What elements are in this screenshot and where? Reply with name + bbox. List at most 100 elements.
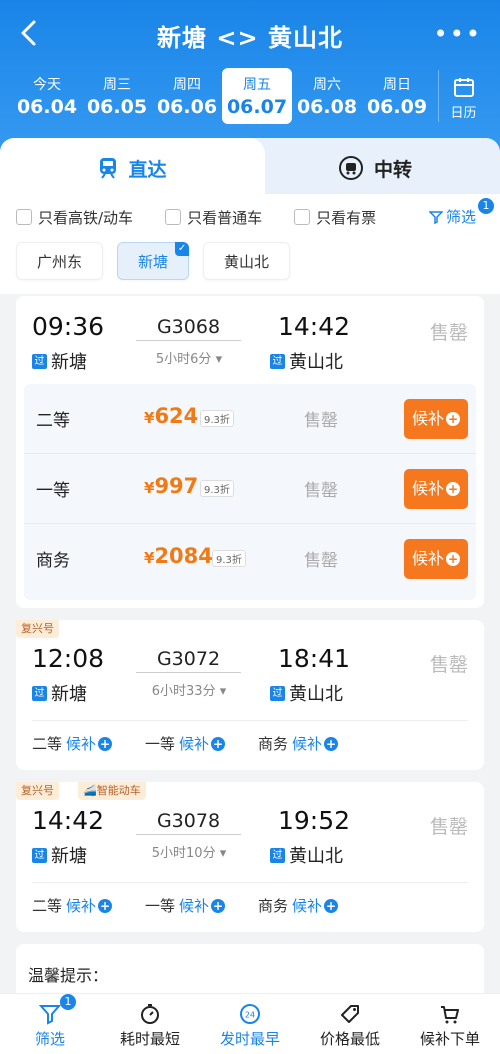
to-station-name: 黄山北 — [289, 846, 343, 867]
seat-class: 二等 — [32, 897, 63, 915]
filter-regular-checkbox[interactable]: 只看普通车 — [165, 207, 262, 228]
station-filter: 广州东 新塘 ✓ 黄山北 — [16, 242, 304, 280]
seat-class: 一等 — [145, 897, 176, 915]
bottom-filter-button[interactable]: 筛选 1 — [0, 994, 100, 1054]
seat-summary: 二等 候补 + 一等 候补 + 商务 候补 + — [32, 895, 468, 916]
seat-status: 售罄 — [304, 481, 338, 501]
more-icon[interactable]: ••• — [434, 22, 482, 46]
seat-class: 商务 — [258, 735, 289, 753]
calendar-button[interactable]: 日历 — [438, 70, 488, 122]
filter-high-speed-checkbox[interactable]: 只看高铁/动车 — [16, 207, 133, 228]
duration[interactable]: 6小时33分 ▾ — [134, 680, 244, 699]
waitlist-link: 候补 — [292, 897, 323, 915]
date-day: 06.05 — [86, 96, 148, 118]
train-icon — [100, 158, 117, 179]
seat-waitlist-item[interactable]: 商务 候补 + — [258, 895, 371, 916]
pass-icon: 过 — [32, 847, 47, 863]
pass-icon: 过 — [32, 353, 47, 369]
waitlist-link: 候补 — [179, 897, 210, 915]
date-item[interactable]: 周三 06.05 — [82, 68, 152, 124]
checkbox-box — [294, 209, 311, 225]
seat-status: 售罄 — [304, 411, 338, 431]
duration-text: 5小时10分 — [151, 846, 216, 861]
station-chip-label: 新塘 — [138, 253, 169, 271]
seat-waitlist-item[interactable]: 一等 候补 + — [145, 733, 258, 754]
check-icon: ✓ — [175, 242, 190, 256]
seat-list: 二等 ¥624 9.3折 售罄 候补 + 一等 ¥997 9.3折 售罄 候补 + … — [24, 384, 476, 600]
arrival-time: 14:42 — [278, 312, 351, 341]
pass-icon: 过 — [270, 685, 285, 701]
to-station: 过黄山北 — [270, 842, 343, 868]
filter-label: 只看普通车 — [187, 208, 263, 227]
smart-emu-label: 智能动车 — [96, 784, 141, 797]
from-station-name: 新塘 — [51, 684, 87, 705]
price-tag-icon — [341, 1005, 359, 1023]
date-item[interactable]: 周日 06.09 — [362, 68, 432, 124]
station-chip[interactable]: 黄山北 — [203, 242, 291, 280]
tab-transfer[interactable]: 中转 — [250, 138, 500, 198]
filter-available-checkbox[interactable]: 只看有票 — [294, 207, 376, 228]
from-station: 过新塘 — [32, 680, 87, 706]
station-chip[interactable]: 广州东 — [16, 242, 104, 280]
sold-out-status: 售罄 — [429, 816, 468, 838]
chevron-down-icon: ▾ — [219, 684, 227, 699]
tab-direct-label: 直达 — [128, 158, 167, 181]
date-item[interactable]: 周四 06.06 — [152, 68, 222, 124]
seat-class: 二等 — [36, 411, 70, 431]
waitlist-link: 候补 — [66, 897, 97, 915]
screen-filter-button[interactable]: 筛选 1 — [428, 198, 494, 227]
waitlist-button[interactable]: 候补 + — [404, 399, 468, 439]
train-number: G3068 — [136, 316, 241, 341]
sort-shortest-label: 耗时最短 — [119, 1030, 180, 1048]
discount-badge: 9.3折 — [212, 550, 246, 567]
date-weekday: 周三 — [103, 77, 131, 93]
calendar-icon — [453, 78, 474, 97]
seat-price: ¥624 — [144, 404, 198, 428]
discount-badge: 9.3折 — [200, 410, 234, 427]
discount-badge: 9.3折 — [200, 480, 234, 497]
seat-waitlist-item[interactable]: 二等 候补 + — [32, 895, 145, 916]
to-station: 过黄山北 — [270, 680, 343, 706]
date-item[interactable]: 今天 06.04 — [12, 68, 82, 124]
waitlist-link: 候补 — [66, 735, 97, 753]
waitlist-order-button[interactable]: 候补下单 — [400, 994, 500, 1054]
duration[interactable]: 5小时10分 ▾ — [134, 842, 244, 861]
seat-waitlist-item[interactable]: 一等 候补 + — [145, 895, 258, 916]
date-item[interactable]: 周六 06.08 — [292, 68, 362, 124]
tab-bar: 中转 直达 — [0, 138, 500, 198]
plus-icon: + — [211, 736, 226, 751]
sort-cheapest-button[interactable]: 价格最低 — [300, 994, 400, 1054]
sort-earliest-button[interactable]: 24 发时最早 — [200, 994, 300, 1054]
plus-icon: + — [446, 482, 460, 496]
nav-bar: 新塘 <> 黄山北 ••• — [0, 0, 500, 70]
checkbox-box — [16, 209, 32, 225]
seat-waitlist-item[interactable]: 二等 候补 + — [32, 733, 145, 754]
from-station-name: 新塘 — [51, 352, 87, 373]
waitlist-link: 候补 — [179, 735, 210, 753]
cart-icon — [441, 1006, 459, 1024]
checkbox-box — [165, 209, 182, 225]
seat-class: 一等 — [36, 481, 70, 501]
waitlist-button[interactable]: 候补 + — [404, 539, 468, 579]
plus-icon: + — [98, 736, 113, 751]
divider — [32, 720, 468, 721]
train-card[interactable]: 09:36 G3068 5小时6分 ▾ 14:42 过新塘 过黄山北 售罄 二等… — [16, 296, 484, 608]
waitlist-label: 候补 — [411, 549, 444, 568]
sort-cheapest-label: 价格最低 — [319, 1030, 380, 1048]
date-item-selected[interactable]: 周五 06.07 — [222, 68, 292, 124]
currency: ¥ — [144, 479, 155, 497]
back-icon[interactable] — [18, 18, 44, 52]
waitlist-button[interactable]: 候补 + — [404, 469, 468, 509]
sort-shortest-button[interactable]: 耗时最短 — [100, 994, 200, 1054]
station-chip-selected[interactable]: 新塘 ✓ — [117, 242, 190, 280]
duration[interactable]: 5小时6分 ▾ — [134, 348, 244, 367]
screen-label: 筛选 — [445, 208, 476, 226]
price-value: 997 — [154, 474, 199, 498]
tab-direct[interactable]: 直达 — [0, 138, 265, 198]
train-card[interactable]: 复兴号 🚄智能动车 14:42 G3078 5小时10分 ▾ 19:52 过新塘… — [16, 782, 484, 932]
smart-emu-tag: 🚄智能动车 — [78, 782, 146, 800]
seat-waitlist-item[interactable]: 商务 候补 + — [258, 733, 371, 754]
waitlist-label: 候补 — [411, 479, 444, 498]
plus-icon: + — [446, 412, 460, 426]
train-card[interactable]: 复兴号 12:08 G3072 6小时33分 ▾ 18:41 过新塘 过黄山北 … — [16, 620, 484, 770]
